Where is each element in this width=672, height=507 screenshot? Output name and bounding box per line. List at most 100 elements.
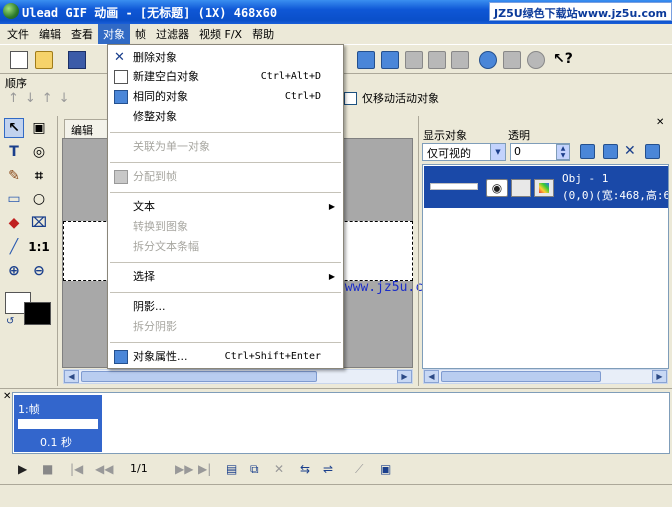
actual-size-icon[interactable]: 1:1 bbox=[28, 237, 50, 257]
lasso-tool-icon[interactable]: ⌗ bbox=[29, 166, 49, 186]
save-disk-icon[interactable] bbox=[68, 51, 86, 69]
scroll-right-icon[interactable]: ▶ bbox=[652, 370, 667, 383]
fill-tool-icon[interactable]: ◆ bbox=[4, 213, 24, 233]
show-objects-select[interactable]: 仅可视的 ▼ bbox=[422, 143, 506, 161]
open-folder-icon[interactable] bbox=[35, 51, 53, 69]
pick-tool-icon[interactable]: ↖ bbox=[4, 118, 24, 138]
menu-video-fx[interactable]: 视频 F/X bbox=[194, 24, 247, 44]
reverse-frames-icon[interactable]: ⇌ bbox=[323, 462, 333, 476]
duplicate-frame-icon[interactable]: ⧉ bbox=[250, 462, 259, 477]
menu-shadow[interactable]: 阴影... bbox=[108, 297, 343, 317]
ellipse-select-icon[interactable]: ◎ bbox=[29, 142, 49, 162]
layer-icon[interactable] bbox=[357, 51, 375, 69]
tween-icon[interactable]: ⇆ bbox=[300, 462, 310, 476]
menu-convert-to-image[interactable]: 转换到图象 bbox=[108, 217, 343, 237]
scroll-thumb[interactable] bbox=[81, 371, 317, 382]
menu-file[interactable]: 文件 bbox=[2, 24, 34, 44]
eraser-tool-icon[interactable]: ▭ bbox=[4, 189, 24, 209]
menu-assign-to-frames[interactable]: 分配到帧 bbox=[108, 167, 343, 187]
zoom-in-icon[interactable]: ⊕ bbox=[4, 261, 24, 281]
object-thumbnail-icon bbox=[534, 179, 554, 197]
menu-split-text-banner[interactable]: 拆分文本条幅 bbox=[108, 237, 343, 257]
menu-separator bbox=[110, 132, 341, 133]
tool-palette: ↖ ▣ T ◎ ✎ ⌗ ▭ ○ ◆ ⌧ ╱ 1:1 ⊕ ⊖ bbox=[0, 116, 58, 386]
add-frame-icon[interactable]: ▤ bbox=[226, 462, 237, 476]
menu-help[interactable]: 帮助 bbox=[247, 24, 279, 44]
menu-new-blank-object[interactable]: 新建空白对象 Ctrl+Alt+D bbox=[108, 67, 343, 87]
zoom-out-icon[interactable]: ⊖ bbox=[29, 261, 49, 281]
menu-delete-object[interactable]: ✕ 删除对象 bbox=[108, 48, 343, 68]
app-icon[interactable] bbox=[3, 3, 19, 19]
menu-object-properties[interactable]: 对象属性... Ctrl+Shift+Enter bbox=[108, 347, 343, 367]
optimize-icon bbox=[527, 51, 545, 69]
menu-frame[interactable]: 帧 bbox=[130, 24, 151, 44]
chevron-down-icon[interactable]: ▼ bbox=[490, 144, 505, 160]
object-hscrollbar[interactable]: ◀ ▶ bbox=[423, 369, 668, 384]
menu-separator bbox=[110, 292, 341, 293]
duplicate-object-icon bbox=[114, 90, 128, 104]
assign-frames-icon bbox=[114, 170, 128, 184]
background-color-swatch[interactable] bbox=[24, 302, 51, 325]
only-move-active-checkbox[interactable] bbox=[344, 91, 357, 105]
stop-icon[interactable]: ■ bbox=[42, 462, 53, 476]
close-panel-icon[interactable]: ✕ bbox=[656, 117, 664, 128]
menu-associate-single[interactable]: 关联为单一对象 bbox=[108, 137, 343, 157]
new-object-icon[interactable] bbox=[580, 144, 595, 159]
next-frame-icon[interactable]: ▶▶ bbox=[175, 462, 193, 476]
object-info: (0,0)(宽:468,高:60) bbox=[562, 189, 668, 202]
menu-object[interactable]: 对象 bbox=[98, 24, 130, 44]
tab-edit[interactable]: 编辑 bbox=[64, 119, 112, 138]
object-properties-icon[interactable] bbox=[645, 144, 660, 159]
magic-wand-icon[interactable]: ○ bbox=[29, 189, 49, 209]
delete-object-icon[interactable]: ✕ bbox=[624, 143, 636, 159]
scroll-thumb[interactable] bbox=[441, 371, 601, 382]
help-pointer-icon[interactable]: ↖? bbox=[553, 51, 573, 69]
object-name: Obj - 1 bbox=[562, 172, 609, 185]
crop-tool-icon[interactable]: ⌧ bbox=[29, 213, 49, 233]
close-frame-panel-icon[interactable]: ✕ bbox=[3, 391, 11, 402]
eyedropper-tool-icon[interactable]: ╱ bbox=[4, 237, 24, 257]
show-objects-value: 仅可视的 bbox=[427, 147, 471, 160]
prev-frame-icon[interactable]: ◀◀ bbox=[95, 462, 113, 476]
first-frame-icon[interactable]: |◀ bbox=[70, 462, 83, 476]
lock-toggle-icon[interactable] bbox=[511, 179, 531, 197]
delete-x-icon: ✕ bbox=[114, 50, 125, 65]
frame-properties-icon[interactable]: ▣ bbox=[380, 462, 391, 476]
delete-frame-icon[interactable]: ✕ bbox=[274, 462, 284, 476]
menu-edit[interactable]: 编辑 bbox=[34, 24, 66, 44]
copy-icon[interactable] bbox=[381, 51, 399, 69]
browser-preview-icon[interactable] bbox=[479, 51, 497, 69]
submenu-arrow-icon: ▶ bbox=[328, 272, 335, 281]
window-title: Ulead GIF 动画 - [无标题] (1X) 468x60 bbox=[22, 6, 278, 20]
brush-tool-icon[interactable]: ✎ bbox=[4, 166, 24, 186]
menu-select[interactable]: 选择 ▶ bbox=[108, 267, 343, 287]
edit-hscrollbar[interactable]: ◀ ▶ bbox=[63, 369, 413, 384]
text-tool-icon[interactable]: T bbox=[4, 142, 24, 162]
menu-filter[interactable]: 过滤器 bbox=[151, 24, 194, 44]
submenu-arrow-icon: ▶ bbox=[328, 202, 335, 211]
last-frame-icon[interactable]: ▶| bbox=[198, 462, 211, 476]
only-move-active-option[interactable]: 仅移动活动对象 bbox=[344, 90, 439, 106]
marquee-tool-icon[interactable]: ▣ bbox=[29, 118, 49, 138]
paste-icon bbox=[405, 51, 423, 69]
play-icon[interactable]: ▶ bbox=[18, 462, 27, 476]
new-file-icon[interactable] bbox=[10, 51, 28, 69]
only-move-active-label: 仅移动活动对象 bbox=[362, 92, 439, 105]
duplicate-object-icon[interactable] bbox=[603, 144, 618, 159]
order-arrows: ↑↓↑↓ bbox=[8, 91, 76, 106]
visibility-eye-icon[interactable]: ◉ bbox=[486, 179, 508, 197]
spin-buttons-icon[interactable]: ▲ ▼ bbox=[556, 144, 570, 160]
menu-trim-object[interactable]: 修整对象 bbox=[108, 107, 343, 127]
frame-counter: 1/1 bbox=[130, 462, 148, 475]
menu-text[interactable]: 文本 ▶ bbox=[108, 197, 343, 217]
transition-icon[interactable]: ⟋ bbox=[355, 462, 363, 477]
scroll-left-icon[interactable]: ◀ bbox=[424, 370, 439, 383]
menu-view[interactable]: 查看 bbox=[66, 24, 98, 44]
menu-duplicate-object[interactable]: 相同的对象 Ctrl+D bbox=[108, 87, 343, 107]
menu-bar: 文件 编辑 查看 对象 帧 过滤器 视频 F/X 帮助 bbox=[0, 24, 672, 44]
menu-split-shadow[interactable]: 拆分阴影 bbox=[108, 317, 343, 337]
swap-colors-icon[interactable]: ↺ bbox=[6, 316, 14, 327]
scroll-left-icon[interactable]: ◀ bbox=[64, 370, 79, 383]
scroll-right-icon[interactable]: ▶ bbox=[397, 370, 412, 383]
brand-banner: JZ5U绿色下载站www.jz5u.com bbox=[489, 2, 672, 21]
